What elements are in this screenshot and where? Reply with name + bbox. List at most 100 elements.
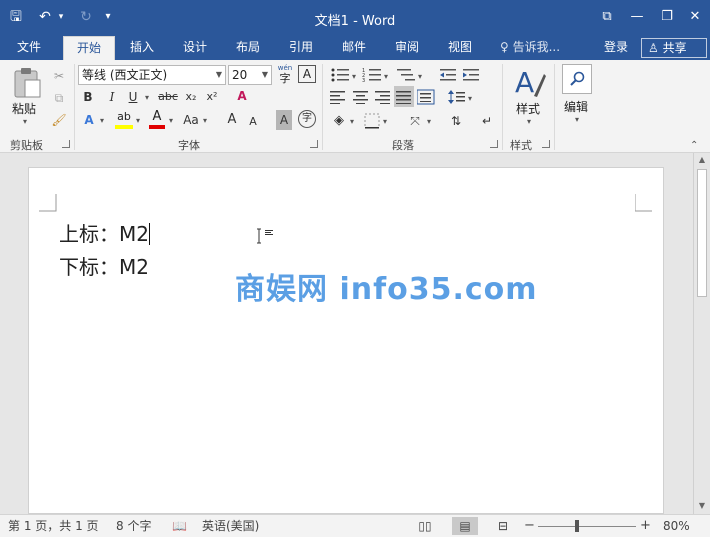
vertical-scrollbar[interactable]: ▲ ▼	[693, 153, 710, 514]
subscript-button[interactable]: x₂	[182, 87, 200, 107]
tab-layout[interactable]: 布局	[225, 36, 271, 60]
font-size-combo[interactable]: 20 ▼	[228, 65, 272, 85]
chinese-layout-dropdown-icon[interactable]: ▾	[427, 117, 431, 126]
increase-indent-icon[interactable]	[462, 67, 480, 83]
strikethrough-button[interactable]: abc	[156, 87, 180, 107]
paragraph-launcher-icon[interactable]	[490, 140, 498, 148]
line-spacing-dropdown-icon[interactable]: ▾	[468, 94, 472, 103]
bold-button[interactable]: B	[80, 87, 96, 107]
clear-formatting-button[interactable]: A	[232, 86, 252, 106]
tab-review[interactable]: 审阅	[384, 36, 430, 60]
shrink-font-button[interactable]: A	[246, 112, 260, 132]
ribbon-display-options-icon[interactable]: ⧉	[596, 6, 618, 28]
distributed-icon[interactable]	[417, 89, 435, 105]
multilevel-list-icon[interactable]	[396, 67, 418, 83]
document-page[interactable]: 上标：M2 下标：M2 商娱网 info35.com	[28, 167, 664, 514]
styles-button-label[interactable]: 样式	[516, 100, 540, 117]
bullets-icon[interactable]	[330, 67, 352, 83]
align-center-icon[interactable]	[353, 90, 369, 104]
align-left-icon[interactable]	[330, 90, 346, 104]
tab-mailings[interactable]: 邮件	[331, 36, 377, 60]
sort-icon[interactable]: ⇅	[446, 111, 466, 131]
bullets-dropdown-icon[interactable]: ▾	[352, 72, 356, 81]
tab-design[interactable]: 设计	[172, 36, 218, 60]
print-layout-icon[interactable]: ▤	[452, 517, 478, 535]
numbering-dropdown-icon[interactable]: ▾	[384, 72, 388, 81]
close-icon[interactable]: ✕	[684, 6, 706, 28]
font-color-button[interactable]: A	[147, 110, 167, 130]
shading-dropdown-icon[interactable]: ▾	[350, 117, 354, 126]
editing-button[interactable]	[562, 64, 592, 94]
login-button[interactable]: 登录	[604, 36, 628, 58]
zoom-in-button[interactable]: +	[640, 518, 651, 534]
underline-dropdown-icon[interactable]: ▾	[145, 93, 149, 102]
character-shading-button[interactable]: A	[276, 110, 292, 130]
tab-view[interactable]: 视图	[437, 36, 483, 60]
restore-icon[interactable]: ❐	[656, 6, 678, 28]
tell-me-search[interactable]: ♀ 告诉我...	[500, 36, 560, 60]
clipboard-launcher-icon[interactable]	[62, 140, 70, 148]
zoom-slider-thumb[interactable]	[575, 520, 579, 532]
text-effects-dropdown-icon[interactable]: ▾	[100, 116, 104, 125]
styles-dropdown-icon[interactable]: ▾	[527, 117, 531, 126]
group-separator	[322, 64, 323, 150]
web-layout-icon[interactable]: ⊟	[490, 517, 516, 535]
zoom-out-button[interactable]: −	[524, 518, 535, 534]
superscript-button[interactable]: x²	[203, 87, 221, 107]
document-line-subscript[interactable]: 下标：M2	[59, 251, 149, 280]
copy-icon[interactable]: ⧉	[50, 88, 68, 108]
minimize-icon[interactable]: —	[626, 6, 648, 28]
tab-file[interactable]: 文件	[6, 36, 52, 60]
change-case-button[interactable]: Aa	[180, 110, 202, 130]
chinese-layout-icon[interactable]: ⤧	[404, 111, 426, 131]
character-border-button[interactable]: A	[298, 65, 316, 83]
italic-button[interactable]: I	[104, 87, 120, 107]
numbering-icon[interactable]: 1 2 3	[362, 67, 384, 83]
tab-home[interactable]: 开始	[63, 36, 115, 60]
styles-launcher-icon[interactable]	[542, 140, 550, 148]
tab-references[interactable]: 引用	[278, 36, 324, 60]
justify-button[interactable]	[394, 86, 414, 107]
highlight-button[interactable]: ab	[113, 110, 135, 130]
format-painter-icon[interactable]: 🖌	[50, 110, 68, 130]
borders-dropdown-icon[interactable]: ▾	[383, 117, 387, 126]
paste-button-label[interactable]: 粘贴	[12, 100, 36, 117]
shading-icon[interactable]: ◈	[330, 111, 348, 131]
multilevel-dropdown-icon[interactable]: ▾	[418, 72, 422, 81]
paste-dropdown-icon[interactable]: ▾	[23, 117, 27, 126]
scroll-thumb[interactable]	[697, 169, 707, 297]
page-count[interactable]: 第 1 页，共 1 页	[8, 518, 99, 534]
language-indicator[interactable]: 英语(美国)	[202, 518, 259, 534]
highlight-dropdown-icon[interactable]: ▾	[136, 116, 140, 125]
zoom-slider-track[interactable]	[538, 526, 636, 527]
scroll-down-icon[interactable]: ▼	[697, 501, 707, 510]
decrease-indent-icon[interactable]	[439, 67, 457, 83]
styles-icon[interactable]: A	[514, 66, 546, 100]
document-line-superscript[interactable]: 上标：M2	[59, 218, 150, 247]
show-marks-icon[interactable]: ↵	[478, 111, 496, 131]
tab-insert[interactable]: 插入	[120, 36, 164, 60]
change-case-dropdown-icon[interactable]: ▾	[203, 116, 207, 125]
share-button[interactable]: ♙ 共享	[641, 38, 707, 58]
align-right-icon[interactable]	[375, 90, 391, 104]
paste-icon[interactable]	[12, 66, 42, 98]
font-name-combo[interactable]: 等线 (西文正文) ▼	[78, 65, 226, 85]
word-count[interactable]: 8 个字	[116, 518, 151, 534]
editing-button-label[interactable]: 编辑	[564, 98, 588, 115]
zoom-level[interactable]: 80%	[663, 518, 690, 534]
editing-dropdown-icon[interactable]: ▾	[575, 115, 579, 124]
text-effects-button[interactable]: A	[80, 110, 98, 130]
collapse-ribbon-icon[interactable]: ⌃	[690, 140, 698, 151]
cut-icon[interactable]: ✂	[50, 66, 68, 86]
font-launcher-icon[interactable]	[310, 140, 318, 148]
proofing-icon[interactable]: 📖	[172, 518, 187, 534]
line-spacing-icon[interactable]	[448, 89, 466, 105]
phonetic-guide-button[interactable]: wén 字	[276, 64, 294, 86]
enclose-characters-button[interactable]: 字	[298, 110, 316, 128]
underline-button[interactable]: U	[125, 87, 141, 107]
grow-font-button[interactable]: A	[224, 110, 240, 130]
scroll-up-icon[interactable]: ▲	[697, 155, 707, 164]
font-color-dropdown-icon[interactable]: ▾	[169, 116, 173, 125]
borders-icon[interactable]	[364, 113, 380, 129]
read-mode-icon[interactable]: ▯▯	[412, 517, 438, 535]
